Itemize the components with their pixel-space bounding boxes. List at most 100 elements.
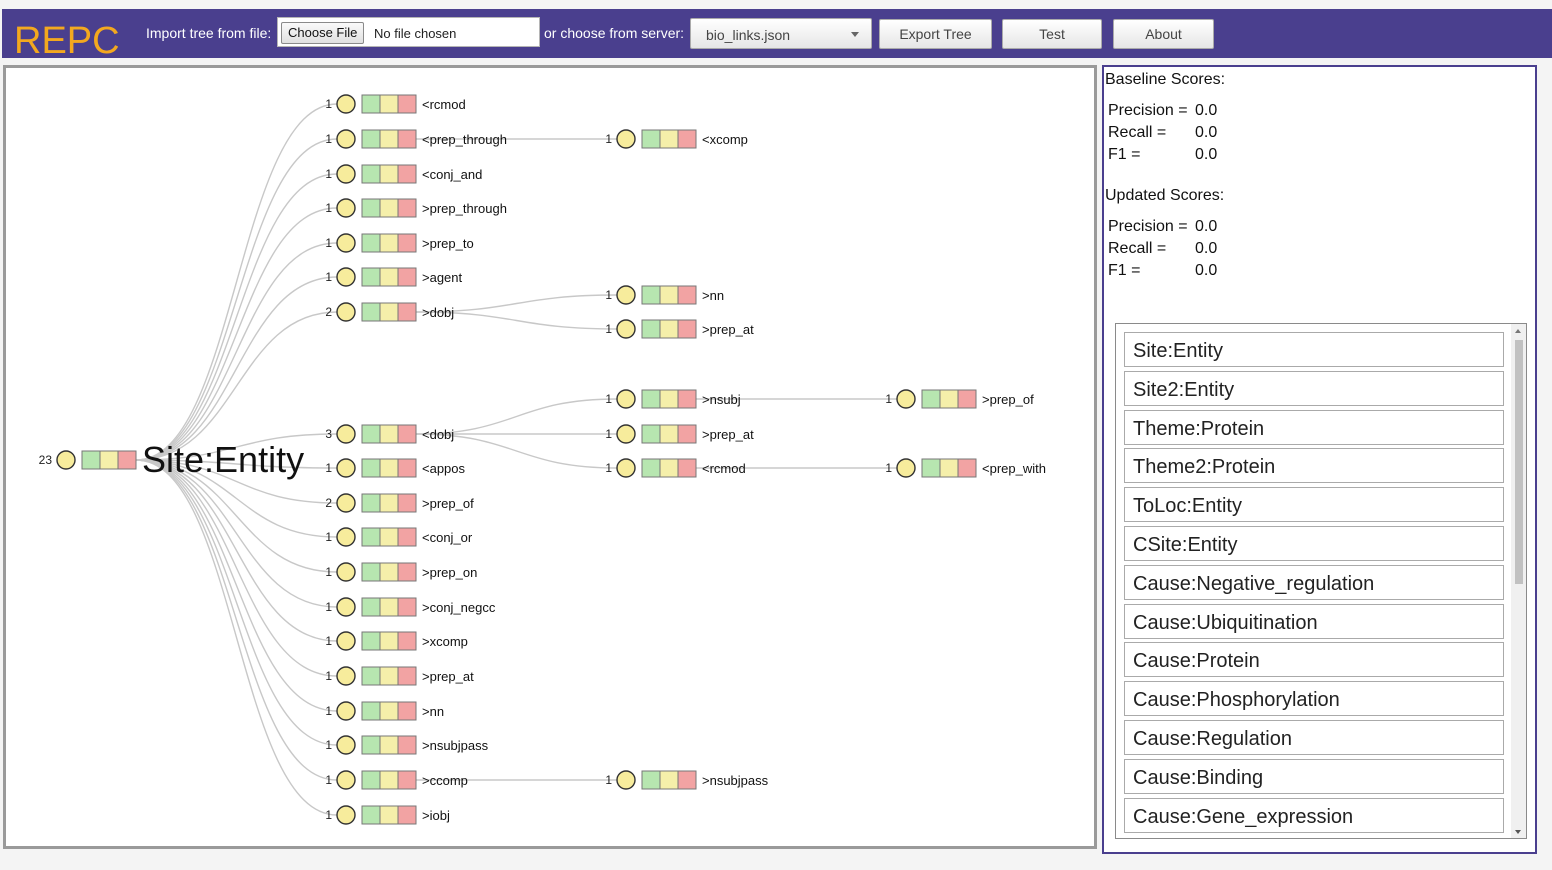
node-circle-icon[interactable] <box>336 735 356 755</box>
tree-node[interactable]: 1 >prep_of <box>885 389 1034 409</box>
server-label: or choose from server: <box>544 25 685 41</box>
scroll-thumb[interactable] <box>1515 340 1523 584</box>
unknown-box <box>379 233 399 253</box>
tree-node[interactable]: 1 >iobj <box>325 805 450 825</box>
node-circle-icon[interactable] <box>336 631 356 651</box>
tree-node[interactable]: 1 >prep_at <box>325 666 474 686</box>
role-list-item[interactable]: Site2:Entity <box>1124 370 1504 406</box>
node-circle-icon[interactable] <box>336 94 356 114</box>
role-list-item[interactable]: Cause:Regulation <box>1124 720 1504 755</box>
node-label: <prep_with <box>982 461 1046 476</box>
tree-node[interactable]: 1 >nn <box>605 285 724 305</box>
node-circle-icon[interactable] <box>336 164 356 184</box>
tree-node[interactable]: 1 >prep_at <box>605 319 754 339</box>
root-node[interactable]: 23 Site:Entity <box>39 439 304 480</box>
role-list-item[interactable]: ToLoc:Entity <box>1124 487 1504 523</box>
file-input[interactable]: Choose File No file chosen <box>277 17 540 47</box>
role-list-item[interactable]: Cause:Phosphorylation <box>1124 681 1504 717</box>
tree-node[interactable]: 1 <prep_through <box>325 129 507 149</box>
node-circle-icon[interactable] <box>336 770 356 790</box>
tree-node[interactable]: 1 <conj_or <box>325 527 473 547</box>
node-circle-icon[interactable] <box>336 701 356 721</box>
tree-node[interactable]: 1 <conj_and <box>325 164 482 184</box>
node-label: >dobj <box>422 305 454 320</box>
tree-node[interactable]: 1 >nn <box>325 701 444 721</box>
role-list-item[interactable]: CSite:Entity <box>1124 526 1504 561</box>
node-circle-icon[interactable] <box>616 285 636 305</box>
tree-node[interactable]: 1 >xcomp <box>325 631 468 651</box>
role-list-item[interactable]: Cause:Ubiquitination <box>1124 603 1504 639</box>
tree-node[interactable]: 1 >nsubjpass <box>325 735 489 755</box>
tree-node[interactable]: 1 >nsubjpass <box>605 770 769 790</box>
unknown-box <box>379 302 399 322</box>
incorrect-box <box>397 233 417 253</box>
tree-node[interactable]: 1 <xcomp <box>605 129 748 149</box>
tree-node[interactable]: 1 >prep_on <box>325 562 477 582</box>
export-tree-button[interactable]: Export Tree <box>879 19 992 49</box>
server-file-select[interactable]: bio_links.json <box>690 18 872 49</box>
node-count: 1 <box>605 392 612 406</box>
node-label: <xcomp <box>702 132 748 147</box>
node-circle-icon[interactable] <box>336 424 356 444</box>
role-list-item[interactable]: Cause:Gene_expression <box>1124 797 1504 833</box>
node-circle-icon[interactable] <box>616 458 636 478</box>
about-button[interactable]: About <box>1113 19 1214 49</box>
node-circle-icon[interactable] <box>896 389 916 409</box>
node-circle-icon[interactable] <box>616 770 636 790</box>
role-list-item[interactable]: Cause:Binding <box>1124 758 1504 794</box>
role-list-item[interactable]: Cause:Negative_regulation <box>1124 564 1504 600</box>
choose-file-button[interactable]: Choose File <box>281 22 365 44</box>
node-circle-icon[interactable] <box>336 129 356 149</box>
tree-node[interactable]: 3 <dobj <box>325 424 454 444</box>
node-circle-icon[interactable] <box>616 129 636 149</box>
tree-link <box>135 459 338 816</box>
node-circle-icon[interactable] <box>336 527 356 547</box>
node-circle-icon[interactable] <box>616 424 636 444</box>
node-count: 1 <box>325 97 332 111</box>
tree-node[interactable]: 2 >prep_of <box>325 493 474 513</box>
node-circle-icon[interactable] <box>336 562 356 582</box>
node-circle-icon[interactable] <box>336 666 356 686</box>
top-toolbar: REPC Import tree from file: Choose File … <box>2 9 1552 61</box>
node-circle-icon[interactable] <box>616 319 636 339</box>
role-list-item[interactable]: Cause:Protein <box>1124 642 1504 678</box>
node-circle-icon[interactable] <box>336 198 356 218</box>
tree-node[interactable]: 1 >nsubj <box>605 389 741 409</box>
tree-node[interactable]: 1 <appos <box>325 458 466 478</box>
role-list-item[interactable]: Theme2:Protein <box>1124 448 1504 484</box>
correct-box <box>361 493 381 513</box>
role-list-item[interactable]: Theme:Protein <box>1124 409 1504 445</box>
node-circle-icon[interactable] <box>336 233 356 253</box>
tree-node[interactable]: 1 >ccomp <box>325 770 468 790</box>
test-button[interactable]: Test <box>1002 19 1102 49</box>
tree-node[interactable]: 1 >agent <box>325 267 463 287</box>
role-list[interactable]: Site:Entity Site2:Entity Theme:Protein Them… <box>1115 323 1527 839</box>
node-circle-icon[interactable] <box>896 458 916 478</box>
node-circle-icon[interactable] <box>336 302 356 322</box>
tree-node[interactable]: 1 >conj_negcc <box>325 597 496 617</box>
tree-node[interactable]: 1 <rcmod <box>325 94 466 114</box>
node-circle-icon[interactable] <box>336 458 356 478</box>
node-circle-icon[interactable] <box>336 805 356 825</box>
tree-node[interactable]: 1 >prep_to <box>325 233 474 253</box>
tree-node[interactable]: 1 >prep_at <box>605 424 754 444</box>
role-list-scrollbar[interactable] <box>1511 324 1526 838</box>
scroll-up-icon[interactable] <box>1515 329 1521 333</box>
role-list-item[interactable]: Site:Entity <box>1124 332 1504 367</box>
node-circle-icon[interactable] <box>336 267 356 287</box>
node-circle-icon[interactable] <box>336 597 356 617</box>
node-count: 1 <box>605 427 612 441</box>
tree-node[interactable]: 1 <prep_with <box>885 458 1046 478</box>
tree-node[interactable]: 1 <rcmod <box>605 458 746 478</box>
scroll-down-icon[interactable] <box>1515 830 1521 834</box>
tree-node[interactable]: 1 >prep_through <box>325 198 507 218</box>
node-circle-icon[interactable] <box>336 493 356 513</box>
node-count: 1 <box>325 669 332 683</box>
node-count: 1 <box>325 530 332 544</box>
unknown-box <box>379 527 399 547</box>
tree-node[interactable]: 2 >dobj <box>325 302 454 322</box>
node-circle-icon[interactable] <box>56 450 76 470</box>
incorrect-box <box>397 493 417 513</box>
node-circle-icon[interactable] <box>616 389 636 409</box>
incorrect-box <box>397 666 417 686</box>
